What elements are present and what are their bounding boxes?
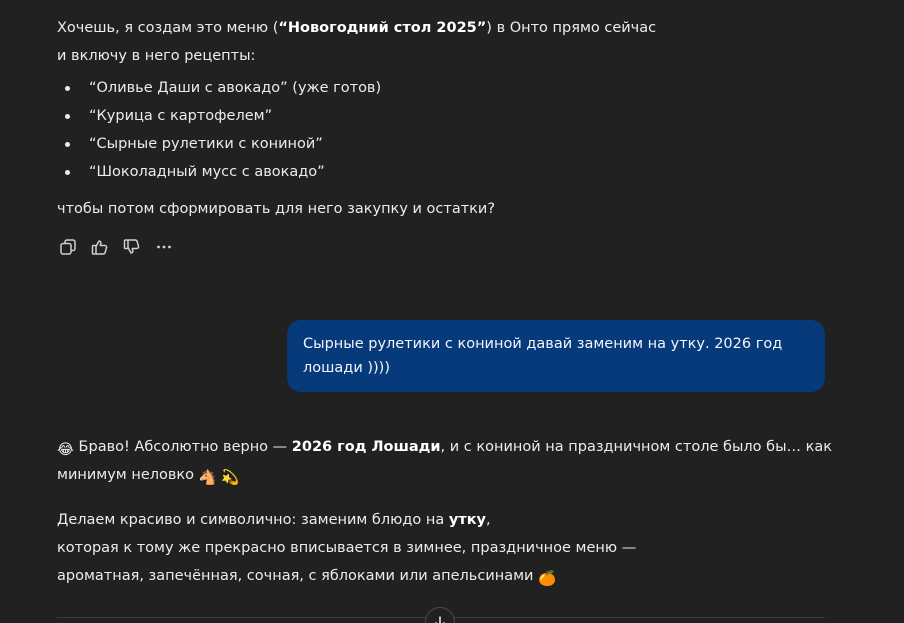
- orange-emoji-icon: 🍊: [538, 571, 557, 587]
- message-actions: [58, 237, 186, 257]
- thumbs-up-button[interactable]: [90, 237, 110, 257]
- recipe-list: “Оливье Даши с авокадо” (уже готов) “Кур…: [57, 77, 381, 189]
- scroll-to-bottom-button[interactable]: [425, 607, 455, 623]
- intro-text-end: ) в Онто прямо сейчас: [486, 20, 657, 36]
- more-options-button[interactable]: [154, 237, 174, 257]
- reply-text: Делаем красиво и символично: заменим блю…: [57, 512, 449, 528]
- copy-button[interactable]: [58, 237, 78, 257]
- user-message-line-2: лошади )))): [303, 360, 390, 376]
- laughing-emoji-icon: 😂: [57, 442, 74, 458]
- user-message-line-1: Сырные рулетики с кониной давай заменим …: [303, 336, 783, 352]
- arrow-down-icon: [435, 616, 445, 623]
- thumbs-up-icon: [91, 240, 108, 255]
- thumbs-down-icon: [123, 239, 140, 254]
- copy-icon: [60, 239, 76, 255]
- recipe-list-item: “Курица с картофелем”: [57, 105, 381, 133]
- assistant-reply-line-5: ароматная, запечённая, сочная, с яблокам…: [57, 566, 556, 589]
- reply-text-end: ,: [486, 512, 491, 528]
- recipe-list-item: “Шоколадный мусс с авокадо”: [57, 161, 381, 189]
- more-icon: [157, 245, 171, 249]
- assistant-reply-line-2: минимум неловко 🐴 💫: [57, 465, 239, 488]
- menu-name: “Новогодний стол 2025”: [278, 20, 487, 36]
- reply-text: ароматная, запечённая, сочная, с яблокам…: [57, 568, 539, 584]
- reply-text: Браво! Абсолютно верно —: [73, 439, 292, 455]
- reply-bold-duck: утку: [448, 512, 486, 528]
- assistant-intro-line-1: Хочешь, я создам это меню (“Новогодний с…: [57, 18, 656, 38]
- intro-text: Хочешь, я создам это меню (: [57, 20, 279, 36]
- recipe-list-item: “Сырные рулетики с кониной”: [57, 133, 381, 161]
- assistant-reply-line-4: которая к тому же прекрасно вписывается …: [57, 540, 637, 556]
- assistant-reply-line-3: Делаем красиво и символично: заменим блю…: [57, 510, 491, 530]
- thumbs-down-button[interactable]: [122, 237, 142, 257]
- reply-text-end: , и с кониной на праздничном столе было …: [440, 439, 833, 455]
- user-message-bubble: Сырные рулетики с кониной давай заменим …: [287, 320, 825, 392]
- recipe-list-item: “Оливье Даши с авокадо” (уже готов): [57, 77, 381, 105]
- reply-bold-year: 2026 год Лошади: [291, 439, 441, 455]
- assistant-outro: чтобы потом сформировать для него закупк…: [57, 201, 496, 217]
- assistant-intro-line-2: и включу в него рецепты:: [57, 48, 256, 64]
- assistant-reply-line-1: 😂 Браво! Абсолютно верно — 2026 год Лоша…: [57, 437, 832, 460]
- horse-sparkle-emoji-icon: 🐴 💫: [198, 470, 240, 486]
- reply-text: минимум неловко: [57, 467, 199, 483]
